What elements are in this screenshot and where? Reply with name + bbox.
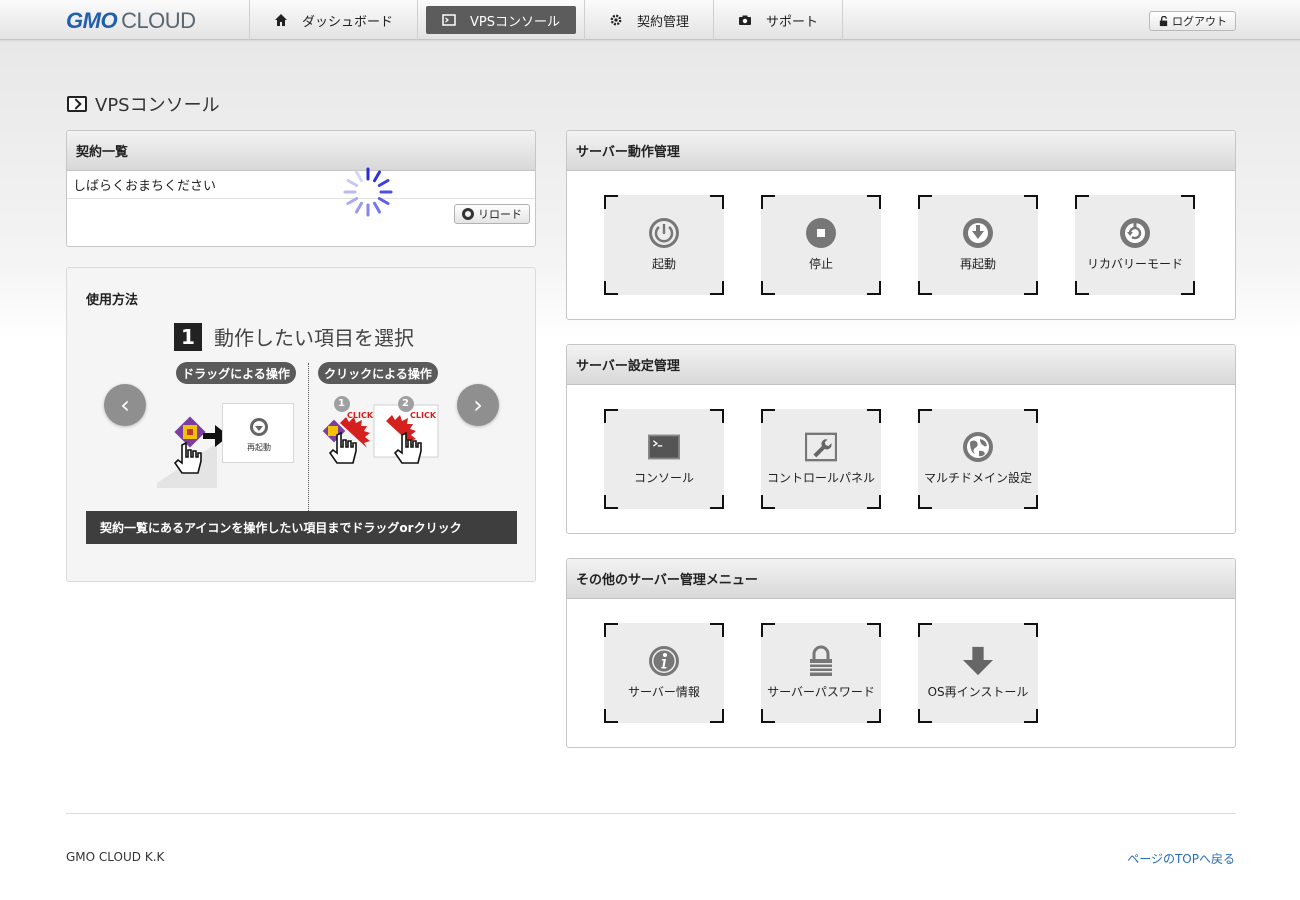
- gear-icon: [610, 14, 622, 26]
- chevron-left-icon: ‹: [120, 391, 130, 419]
- restart-icon: [963, 218, 993, 248]
- server-operation-panel: サーバー動作管理 起動 停止 再起動 リカバリーモード: [566, 130, 1236, 320]
- company-name: GMO CLOUD K.K: [66, 850, 165, 864]
- usage-title: 使用方法: [86, 293, 139, 308]
- power-icon: [649, 218, 679, 248]
- top-navigation-bar: GMO CLOUD ダッシュボード VPSコンソール 契約管理 サポート ログアウ…: [0, 0, 1300, 40]
- nav-item-label: サポート: [766, 14, 819, 30]
- reload-icon: [462, 208, 474, 220]
- server-password-tile[interactable]: サーバーパスワード: [761, 623, 881, 723]
- logout-button[interactable]: ログアウト: [1149, 11, 1236, 31]
- camera-icon: [739, 15, 752, 25]
- lock-icon: [810, 645, 832, 676]
- start-tile[interactable]: 起動: [604, 195, 724, 295]
- nav-active-pill: VPSコンソール: [426, 6, 577, 34]
- console-icon: [648, 434, 680, 460]
- terminal-icon: [442, 14, 456, 26]
- restart-label: 再起動: [959, 257, 996, 271]
- reload-button[interactable]: リロード: [454, 204, 530, 224]
- server-settings-panel: サーバー設定管理 コンソール コントロールパネル マルチドメイン設定: [566, 344, 1236, 534]
- restart-icon: [250, 418, 268, 436]
- page-title-text: VPSコンソール: [95, 95, 220, 116]
- logo-cloud-text: CLOUD: [121, 8, 196, 33]
- usage-panel: 使用方法 1 動作したい項目を選択 ドラッグによる操作 クリックによる操作 ‹ …: [66, 267, 536, 582]
- server-password-label: サーバーパスワード: [767, 685, 875, 699]
- stop-tile[interactable]: 停止: [761, 195, 881, 295]
- demo-tile-label: 再起動: [247, 443, 271, 452]
- drag-operation-tag: ドラッグによる操作: [176, 362, 296, 384]
- footer-divider: [66, 813, 1236, 814]
- click-operation-tag: クリックによる操作: [318, 362, 438, 384]
- back-to-top-link[interactable]: ページのTOPへ戻る: [1127, 850, 1235, 867]
- nav-item-support[interactable]: サポート: [713, 0, 844, 40]
- multi-domain-label: マルチドメイン設定: [923, 471, 1032, 485]
- nav-item-label: ダッシュボード: [302, 14, 394, 30]
- nav-item-vps-console[interactable]: VPSコンソール: [417, 0, 584, 40]
- control-panel-tile[interactable]: コントロールパネル: [761, 409, 881, 509]
- chevron-right-icon: ›: [473, 391, 483, 419]
- start-label: 起動: [651, 257, 676, 271]
- server-settings-header: サーバー設定管理: [567, 345, 1235, 385]
- main-nav: ダッシュボード VPSコンソール 契約管理 サポート: [249, 0, 844, 40]
- stop-label: 停止: [808, 257, 833, 271]
- control-panel-label: コントロールパネル: [766, 471, 875, 485]
- other-menu-panel: その他のサーバー管理メニュー サーバー情報 サーバーパスワード OS再インストー…: [566, 558, 1236, 748]
- click-step-2-number: 2: [402, 398, 409, 409]
- drag-target-tile: 再起動: [222, 403, 294, 463]
- unlock-icon: [1159, 15, 1168, 26]
- home-icon: [275, 14, 287, 26]
- logo-gmo-text: GMO: [66, 8, 118, 33]
- nav-item-contract[interactable]: 契約管理: [584, 0, 713, 40]
- usage-divider: [308, 363, 309, 513]
- os-reinstall-tile[interactable]: OS再インストール: [918, 623, 1038, 723]
- reload-label: リロード: [478, 208, 522, 221]
- loading-spinner-icon: [343, 167, 393, 217]
- console-title-icon: [67, 96, 87, 112]
- wrench-icon: [805, 432, 837, 462]
- server-info-tile[interactable]: サーバー情報: [604, 623, 724, 723]
- globe-icon: [963, 432, 993, 462]
- contract-list-panel: 契約一覧 しばらくおまちください リロード: [66, 130, 536, 247]
- usage-step-heading: 1 動作したい項目を選択: [174, 322, 414, 351]
- server-operation-header: サーバー動作管理: [567, 131, 1235, 171]
- click-text-2: CLICK: [410, 411, 437, 420]
- other-menu-header: その他のサーバー管理メニュー: [567, 559, 1235, 599]
- nav-item-label: VPSコンソール: [470, 14, 561, 30]
- contract-list-header: 契約一覧: [67, 131, 535, 171]
- step-text: 動作したい項目を選択: [214, 326, 414, 350]
- usage-next-button[interactable]: ›: [457, 384, 499, 426]
- nav-item-label: 契約管理: [637, 14, 690, 30]
- console-tile[interactable]: コンソール: [604, 409, 724, 509]
- server-info-label: サーバー情報: [628, 685, 700, 699]
- click-step-1-number: 1: [338, 398, 345, 409]
- recovery-mode-label: リカバリーモード: [1086, 257, 1183, 271]
- download-icon: [962, 646, 994, 676]
- usage-prev-button[interactable]: ‹: [104, 384, 146, 426]
- restart-tile[interactable]: 再起動: [918, 195, 1038, 295]
- logout-label: ログアウト: [1172, 15, 1227, 28]
- click-text-1: CLICK: [347, 411, 374, 420]
- console-label: コンソール: [633, 471, 694, 485]
- step-number: 1: [174, 322, 202, 351]
- info-icon: [649, 646, 679, 676]
- os-reinstall-label: OS再インストール: [927, 685, 1029, 699]
- multi-domain-tile[interactable]: マルチドメイン設定: [918, 409, 1038, 509]
- server-settings-tiles: コンソール コントロールパネル マルチドメイン設定: [604, 409, 1038, 509]
- other-menu-tiles: サーバー情報 サーバーパスワード OS再インストール: [604, 623, 1038, 723]
- usage-caption: 契約一覧にあるアイコンを操作したい項目までドラッグorクリック: [86, 511, 517, 544]
- loading-text: しばらくおまちください: [73, 179, 217, 194]
- recovery-icon: [1120, 218, 1150, 248]
- server-operation-tiles: 起動 停止 再起動 リカバリーモード: [604, 195, 1195, 295]
- contract-loading-row: しばらくおまちください: [67, 171, 535, 199]
- nav-item-dashboard[interactable]: ダッシュボード: [249, 0, 417, 40]
- gmo-cloud-logo[interactable]: GMO CLOUD: [66, 8, 196, 33]
- recovery-mode-tile[interactable]: リカバリーモード: [1075, 195, 1195, 295]
- page-title: VPSコンソール: [67, 92, 220, 116]
- stop-icon: [806, 218, 836, 248]
